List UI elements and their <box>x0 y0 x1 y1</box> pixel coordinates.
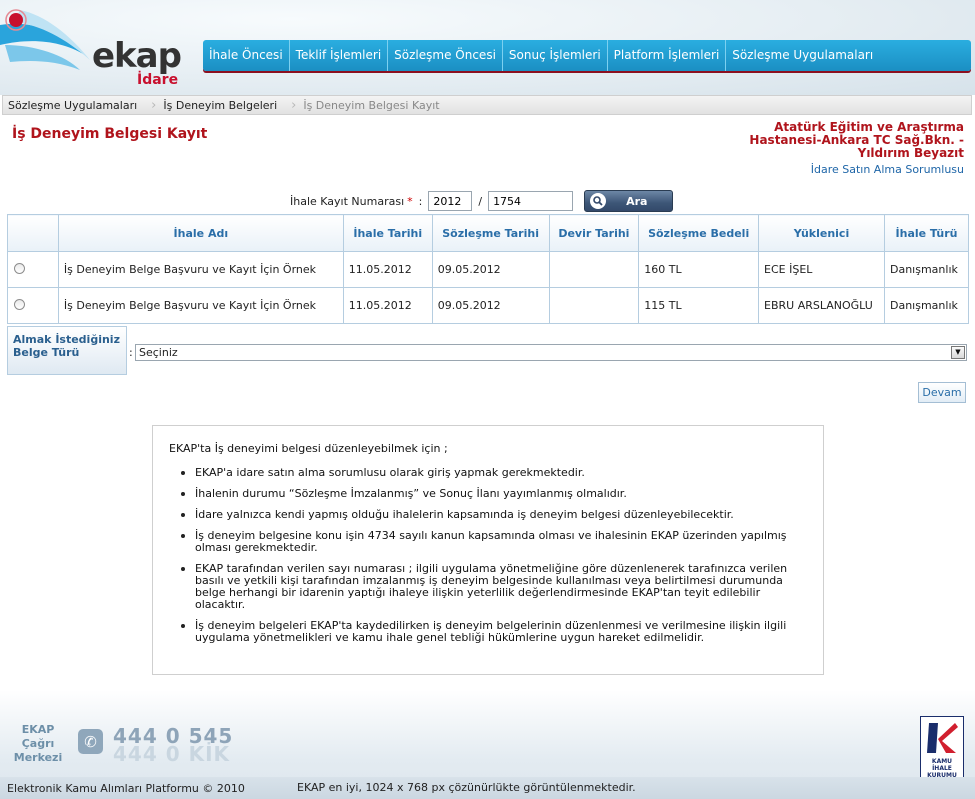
list-item: İş deneyim belgesine konu işin 4734 sayı… <box>181 530 809 554</box>
kik-k-icon <box>925 721 959 755</box>
table-cell: 11.05.2012 <box>342 251 433 288</box>
list-item: İhalenin durumu “Sözleşme İmzalanmış” ve… <box>181 488 809 500</box>
table-cell: 160 TL <box>638 251 760 288</box>
info-title: EKAP'ta İş deneyimi belgesi düzenleyebil… <box>169 442 448 455</box>
row-radio[interactable] <box>14 298 25 310</box>
column-header-select <box>7 214 59 252</box>
phone-number-letters: 444 0 KİK <box>113 742 231 766</box>
header: ekap İdare İhale Öncesi Teklif İşlemleri… <box>0 0 975 95</box>
table-cell <box>548 287 640 324</box>
user-role: İdare Satın Alma Sorumlusu <box>810 163 964 176</box>
table-cell: İş Deneyim Belge Başvuru ve Kayıt İçin Ö… <box>57 251 344 288</box>
ekap-logo[interactable]: ekap <box>92 36 182 76</box>
copyright-text: Elektronik Kamu Alımları Platformu © 201… <box>7 782 245 795</box>
nav-item-sozlesme-oncesi[interactable]: Sözleşme Öncesi <box>388 40 503 71</box>
table-cell: 09.05.2012 <box>431 251 550 288</box>
row-select-cell <box>7 251 59 288</box>
separator-slash: / <box>478 194 483 208</box>
breadcrumb: Sözleşme Uygulamaları › İş Deneyim Belge… <box>2 95 972 115</box>
tender-number-input[interactable] <box>488 191 574 211</box>
nav-item-platform-islemleri[interactable]: Platform İşlemleri <box>608 40 727 71</box>
document-type-label: Almak İstediğiniz Belge Türü <box>7 326 127 375</box>
breadcrumb-current: İş Deneyim Belgesi Kayıt <box>303 98 440 112</box>
search-button-label: Ara <box>626 194 648 208</box>
table-cell <box>548 251 640 288</box>
logo-subtitle: İdare <box>137 72 179 88</box>
chevron-right-icon: › <box>151 97 157 113</box>
info-list: EKAP'a idare satın alma sorumlusu olarak… <box>169 467 809 644</box>
table-row[interactable]: İş Deneyim Belge Başvuru ve Kayıt İçin Ö… <box>7 251 970 288</box>
main-nav: İhale Öncesi Teklif İşlemleri Sözleşme Ö… <box>203 40 971 71</box>
call-center-label: EKAP Çağrı Merkezi <box>13 723 63 764</box>
search-button[interactable]: Ara <box>584 190 674 212</box>
table-row[interactable]: İş Deneyim Belge Başvuru ve Kayıt İçin Ö… <box>7 287 970 324</box>
list-item: EKAP tarafından verilen sayı numarası ; … <box>181 563 809 611</box>
table-cell: Danışmanlık <box>883 287 970 324</box>
tender-year-input[interactable] <box>428 191 473 211</box>
results-table: İhale Adı İhale Tarihi Sözleşme Tarihi D… <box>7 214 970 324</box>
nav-item-sozlesme-uygulamalari[interactable]: Sözleşme Uygulamaları <box>726 40 879 71</box>
list-item: İş deneyim belgeleri EKAP'ta kaydedilirk… <box>181 620 809 644</box>
search-row: İhale Kayıt Numarası * : / Ara <box>290 190 674 212</box>
column-header-sozlesme-tarihi[interactable]: Sözleşme Tarihi <box>431 214 550 252</box>
phone-icon: ✆ <box>78 729 103 754</box>
search-label: İhale Kayıt Numarası <box>290 194 405 208</box>
continue-button[interactable]: Devam <box>918 382 966 403</box>
column-header-yuklenici[interactable]: Yüklenici <box>758 214 885 252</box>
table-cell: İş Deneyim Belge Başvuru ve Kayıt İçin Ö… <box>57 287 344 324</box>
label-colon: : <box>418 194 423 208</box>
column-header-ihale-adi[interactable]: İhale Adı <box>57 214 344 252</box>
table-cell: 115 TL <box>638 287 760 324</box>
footer-bar: Elektronik Kamu Alımları Platformu © 201… <box>0 777 975 799</box>
table-cell: 09.05.2012 <box>431 287 550 324</box>
label-colon: : <box>129 346 133 359</box>
resolution-note: EKAP en iyi, 1024 x 768 px çözünürlükte … <box>297 781 636 794</box>
column-header-ihale-turu[interactable]: İhale Türü <box>883 214 970 252</box>
list-item: EKAP'a idare satın alma sorumlusu olarak… <box>181 467 809 479</box>
info-box: EKAP'ta İş deneyimi belgesi düzenleyebil… <box>152 425 824 675</box>
dropdown-arrow-icon[interactable]: ▼ <box>951 346 965 359</box>
page-title: İş Deneyim Belgesi Kayıt <box>12 126 208 142</box>
table-header-row: İhale Adı İhale Tarihi Sözleşme Tarihi D… <box>7 214 970 252</box>
row-select-cell <box>7 287 59 324</box>
organization-name: Atatürk Eğitim ve Araştırma Hastanesi-An… <box>749 120 964 160</box>
row-radio[interactable] <box>14 262 25 274</box>
chevron-right-icon: › <box>291 97 297 113</box>
required-mark: * <box>407 194 413 208</box>
nav-item-teklif-islemleri[interactable]: Teklif İşlemleri <box>290 40 389 71</box>
kik-logo-text: KAMU İHALE KURUMU <box>927 758 957 779</box>
table-cell: ECE İŞEL <box>758 251 885 288</box>
search-icon <box>590 193 607 209</box>
table-cell: EBRU ARSLANOĞLU <box>758 287 885 324</box>
breadcrumb-item[interactable]: İş Deneyim Belgeleri <box>158 99 291 112</box>
column-header-devir-tarihi[interactable]: Devir Tarihi <box>548 214 640 252</box>
nav-item-ihale-oncesi[interactable]: İhale Öncesi <box>203 40 290 71</box>
column-header-ihale-tarihi[interactable]: İhale Tarihi <box>342 214 433 252</box>
list-item: İdare yalnızca kendi yapmış olduğu ihale… <box>181 509 809 521</box>
nav-item-sonuc-islemleri[interactable]: Sonuç İşlemleri <box>503 40 608 71</box>
table-cell: Danışmanlık <box>883 251 970 288</box>
document-type-selected: Seçiniz <box>139 346 178 359</box>
table-cell: 11.05.2012 <box>342 287 433 324</box>
breadcrumb-item[interactable]: Sözleşme Uygulamaları <box>3 99 151 112</box>
column-header-sozlesme-bedeli[interactable]: Sözleşme Bedeli <box>638 214 760 252</box>
document-type-select[interactable]: Seçiniz ▼ <box>135 344 967 361</box>
